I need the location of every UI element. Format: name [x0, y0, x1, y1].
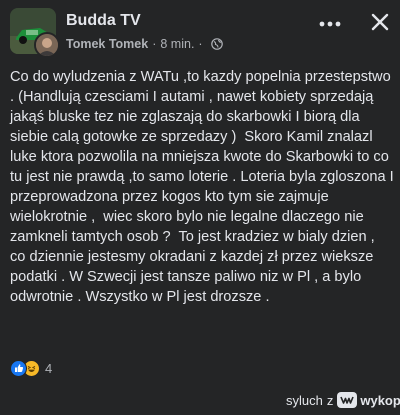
author-avatar[interactable]: [34, 32, 60, 58]
more-options-icon[interactable]: [318, 14, 342, 34]
watermark-z: z: [326, 392, 334, 408]
globe-icon: [210, 38, 223, 50]
reaction-count: 4: [45, 360, 53, 376]
post-time[interactable]: 8 min.: [160, 37, 194, 51]
author-name-link[interactable]: Tomek Tomek: [66, 37, 148, 51]
watermark-site: wykop.pl: [360, 392, 400, 408]
post-paragraph: Co do wyludzenia z WATu ,to kazdy popeln…: [10, 69, 398, 305]
wykop-logo-icon: [337, 392, 358, 408]
source-watermark: syluch z wykop.pl: [286, 389, 400, 411]
close-icon[interactable]: [368, 10, 392, 34]
meta-separator: ·: [152, 37, 157, 51]
group-name-link[interactable]: Budda TV: [66, 12, 141, 30]
post-meta: Tomek Tomek · 8 min. ·: [66, 37, 223, 51]
post-header: Budda TV Tomek Tomek · 8 min. ·: [0, 0, 400, 60]
watermark-user: syluch: [286, 392, 323, 408]
like-icon: [10, 359, 27, 377]
reactions-summary[interactable]: 4: [10, 358, 52, 378]
meta-separator: ·: [198, 37, 203, 51]
post-body: Co do wyludzenia z WATu ,to kazdy popeln…: [10, 67, 394, 307]
